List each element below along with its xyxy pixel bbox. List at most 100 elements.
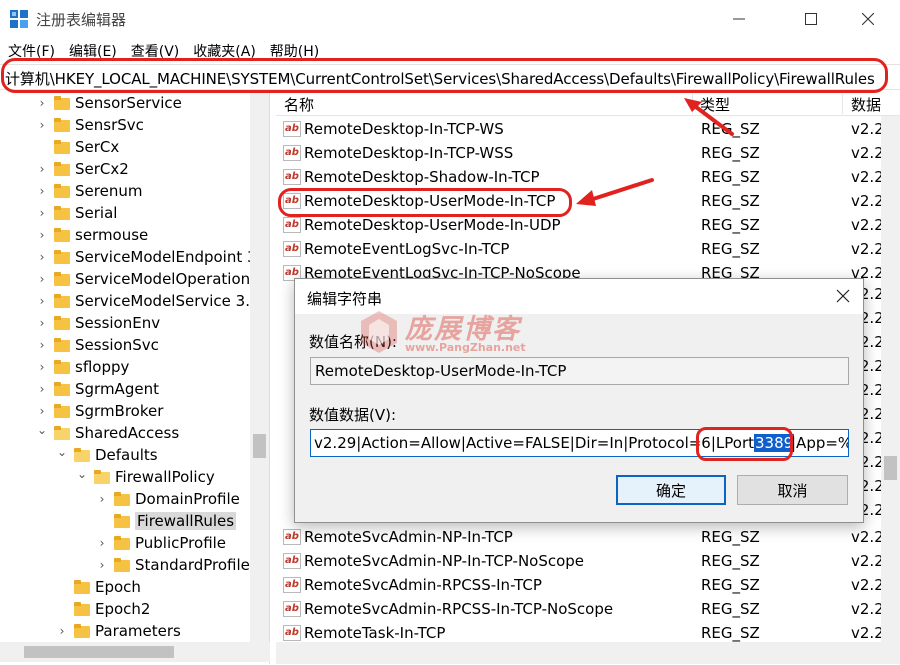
tree-item[interactable]: › SessionEnv [36,312,161,334]
tree-item[interactable]: › SessionSvc [36,334,159,356]
chevron-right-icon[interactable]: › [56,620,68,642]
tree-item-label: SgrmBroker [75,402,164,420]
folder-icon [54,338,70,352]
chevron-right-icon[interactable]: › [36,180,48,202]
tree-item[interactable]: › sermouse [36,224,149,246]
tree-item[interactable]: › ServiceModelOperation [36,268,251,290]
tree-scroll-thumb[interactable] [253,434,266,458]
folder-icon [74,448,90,462]
list-item[interactable]: ab RemoteDesktop-In-TCP-WS REG_SZ v2.2 [276,117,884,141]
list-item[interactable]: ab RemoteSvcAdmin-NP-In-TCP-NoScope REG_SZ… [276,549,884,573]
value-name: RemoteSvcAdmin-NP-In-TCP-NoScope [304,552,585,570]
list-item[interactable]: ab RemoteEventLogSvc-In-TCP REG_SZ v2.2 [276,237,884,261]
chevron-down-icon[interactable]: ⌄ [36,419,48,441]
folder-icon [54,404,70,418]
minimize-button[interactable] [716,0,762,38]
tree-item[interactable]: › SensrSvc [36,114,144,136]
value-name: RemoteDesktop-UserMode-In-UDP [304,216,561,234]
chevron-down-icon[interactable]: ⌄ [56,441,68,463]
chevron-right-icon[interactable]: › [36,312,48,334]
chevron-right-icon[interactable]: › [36,246,48,268]
value-name: RemoteDesktop-Shadow-In-TCP [304,168,540,186]
ok-button[interactable]: 确定 [616,475,726,505]
chevron-right-icon[interactable]: › [36,378,48,400]
port-highlight-annotation [696,427,793,461]
tree-item[interactable]: › ServiceModelEndpoint 3 [36,246,257,268]
tree-item[interactable]: › DomainProfile [96,488,240,510]
cancel-button[interactable]: 取消 [737,475,848,505]
value-name-field[interactable]: RemoteDesktop-UserMode-In-TCP [310,357,849,385]
chevron-right-icon[interactable]: › [36,290,48,312]
folder-icon [114,492,130,506]
maximize-button[interactable] [788,0,834,38]
chevron-right-icon[interactable]: › [36,158,48,180]
tree-item-label: SerCx2 [75,160,129,178]
column-divider[interactable] [842,94,843,114]
value-data: v2.2 [851,528,884,546]
chevron-right-icon[interactable]: › [36,202,48,224]
tree-item[interactable]: FirewallRules [96,510,237,532]
tree-item[interactable]: › ServiceModelService 3.0 [36,290,260,312]
tree-item[interactable]: › PublicProfile [96,532,226,554]
chevron-down-icon[interactable]: ⌄ [76,463,88,485]
tree-item-label: Epoch2 [95,600,151,618]
tree-item[interactable]: ⌄ Defaults [56,444,158,466]
string-value-icon: ab [283,625,301,641]
chevron-right-icon[interactable]: › [36,356,48,378]
value-data: v2.2 [851,624,884,642]
list-scroll-thumb[interactable] [884,456,897,480]
list-item[interactable]: ab RemoteSvcAdmin-NP-In-TCP REG_SZ v2.2 [276,525,884,549]
chevron-right-icon[interactable]: › [36,268,48,290]
key-tree[interactable]: › SensorService › SensrSvc SerCx › SerCx2 › Sere… [0,92,270,664]
value-type: REG_SZ [701,552,760,570]
value-type: REG_SZ [701,192,760,210]
tree-hscroll-thumb[interactable] [24,646,174,658]
tree-item[interactable]: › Serenum [36,180,143,202]
tree-item[interactable]: › sfloppy [36,356,130,378]
value-name: RemoteEventLogSvc-In-TCP [304,240,510,258]
column-header-name[interactable]: 名称 [284,94,314,115]
string-value-icon: ab [283,529,301,545]
chevron-right-icon[interactable]: › [36,92,48,114]
tree-item[interactable]: › StandardProfile [96,554,250,576]
chevron-right-icon[interactable]: › [96,532,108,554]
tree-item[interactable]: › SgrmBroker [36,400,164,422]
tree-item[interactable]: SerCx [36,136,119,158]
column-header-data[interactable]: 数据 [851,94,891,115]
chevron-right-icon[interactable]: › [36,224,48,246]
value-name: RemoteSvcAdmin-RPCSS-In-TCP [304,576,542,594]
tree-item[interactable]: ⌄ FirewallPolicy [76,466,215,488]
folder-icon [114,536,130,550]
chevron-right-icon[interactable]: › [36,114,48,136]
list-item[interactable]: ab RemoteDesktop-In-TCP-WSS REG_SZ v2.2 [276,141,884,165]
list-horizontal-scrollbar[interactable] [276,642,900,664]
value-data: v2.2 [851,552,884,570]
tree-item-label: ServiceModelEndpoint 3 [75,248,257,266]
minimize-icon [733,18,745,20]
tree-item[interactable]: Epoch2 [56,598,150,620]
tree-item[interactable]: › SgrmAgent [36,378,159,400]
dialog-close-button[interactable] [831,284,855,308]
tree-item[interactable]: › SensorService [36,92,182,114]
string-value-icon: ab [283,241,301,257]
tree-item[interactable]: › SerCx2 [36,158,129,180]
folder-icon [54,228,70,242]
chevron-right-icon[interactable]: › [96,554,108,576]
folder-icon [54,96,70,110]
chevron-right-icon[interactable]: › [96,488,108,510]
watermark-logo-icon [361,311,397,353]
tree-item[interactable]: Epoch [56,576,141,598]
list-item[interactable]: ab RemoteSvcAdmin-RPCSS-In-TCP REG_SZ v2.2 [276,573,884,597]
tree-item[interactable]: › Serial [36,202,118,224]
tree-item[interactable]: › Parameters [56,620,181,642]
chevron-right-icon[interactable]: › [36,334,48,356]
close-button[interactable] [845,0,891,38]
close-icon [862,13,874,25]
value-data: v2.2 [851,120,884,138]
string-value-icon: ab [283,217,301,233]
tree-vertical-scrollbar[interactable] [250,92,269,642]
list-item[interactable]: ab RemoteSvcAdmin-RPCSS-In-TCP-NoScope REG… [276,597,884,621]
tree-item-label: SerCx [75,138,120,156]
list-vertical-scrollbar[interactable] [881,116,900,642]
